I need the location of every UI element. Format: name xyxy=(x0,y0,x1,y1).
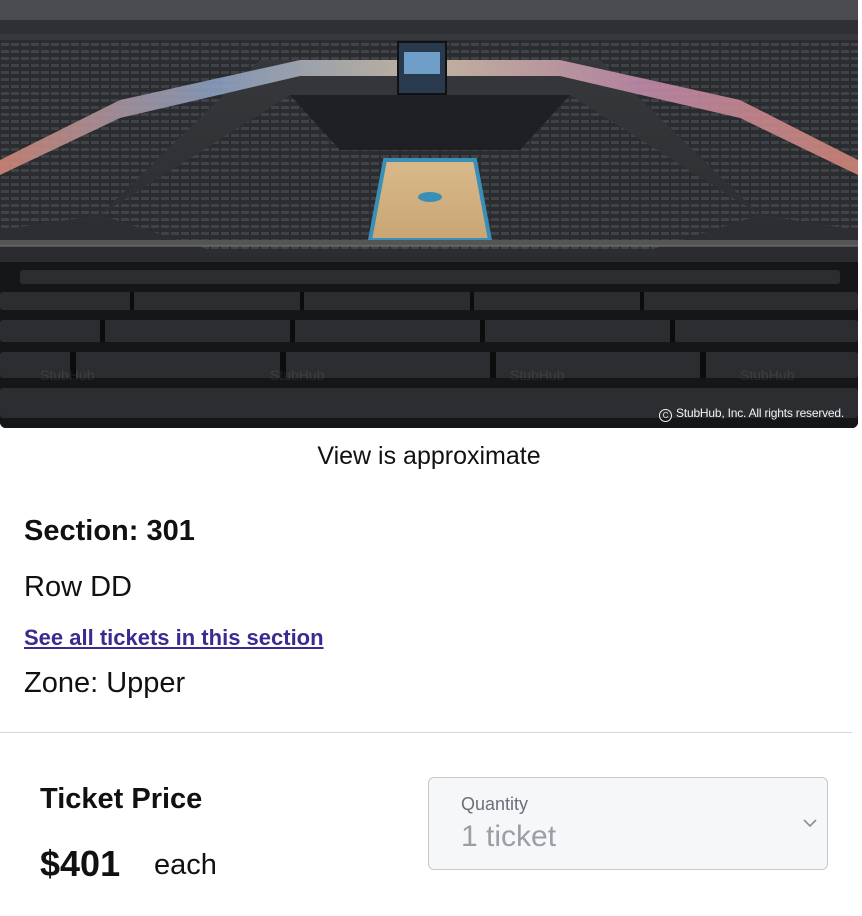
quantity-label: Quantity xyxy=(461,794,529,814)
divider xyxy=(0,732,852,733)
ticket-price-amount: $401 xyxy=(40,843,121,884)
watermark-text: StubHub xyxy=(510,367,565,383)
watermark-text: StubHub xyxy=(740,367,795,383)
copyright-icon: C xyxy=(659,409,673,422)
watermark-text: StubHub xyxy=(40,367,95,383)
ticket-price-heading: Ticket Price xyxy=(40,783,203,815)
quantity-select[interactable]: Quantity 1 ticket xyxy=(428,777,828,870)
copyright-notice: C StubHub, Inc. All rights reserved. xyxy=(659,406,844,422)
chevron-down-icon xyxy=(803,819,817,828)
zone-label: Zone: Upper xyxy=(24,667,186,699)
row-label: Row DD xyxy=(24,571,132,603)
seat-view-image: StubHub StubHub StubHub StubHub C StubHub… xyxy=(0,0,858,428)
ticket-price-unit: each xyxy=(154,849,217,881)
section-heading: Section: 301 xyxy=(24,515,195,547)
watermark-text: StubHub xyxy=(270,367,325,383)
view-caption: View is approximate xyxy=(317,442,541,470)
copyright-text: StubHub, Inc. All rights reserved. xyxy=(676,406,844,420)
arena-illustration: StubHub StubHub StubHub StubHub xyxy=(0,0,858,428)
quantity-selected-value: 1 ticket xyxy=(461,820,557,853)
see-all-tickets-link[interactable]: See all tickets in this section xyxy=(24,625,324,651)
